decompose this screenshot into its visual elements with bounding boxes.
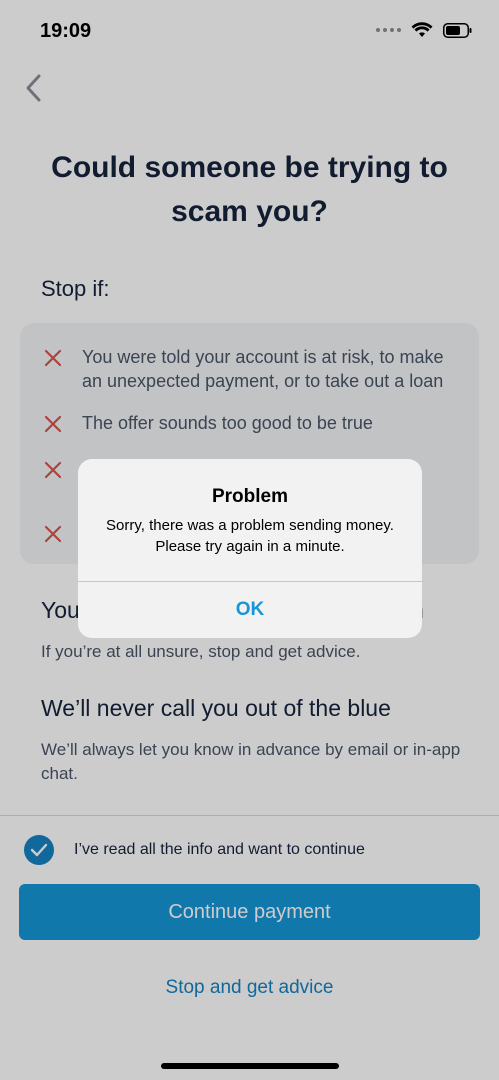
problem-alert: Problem Sorry, there was a problem sendi… [78, 459, 422, 638]
scam-warning-screen: 19:09 Could someone be trying to scam yo… [0, 0, 499, 1080]
home-indicator [161, 1063, 339, 1069]
alert-ok-button[interactable]: OK [78, 582, 422, 638]
alert-title: Problem [211, 486, 289, 507]
alert-message: Sorry, there was a problem sending money… [106, 517, 394, 555]
